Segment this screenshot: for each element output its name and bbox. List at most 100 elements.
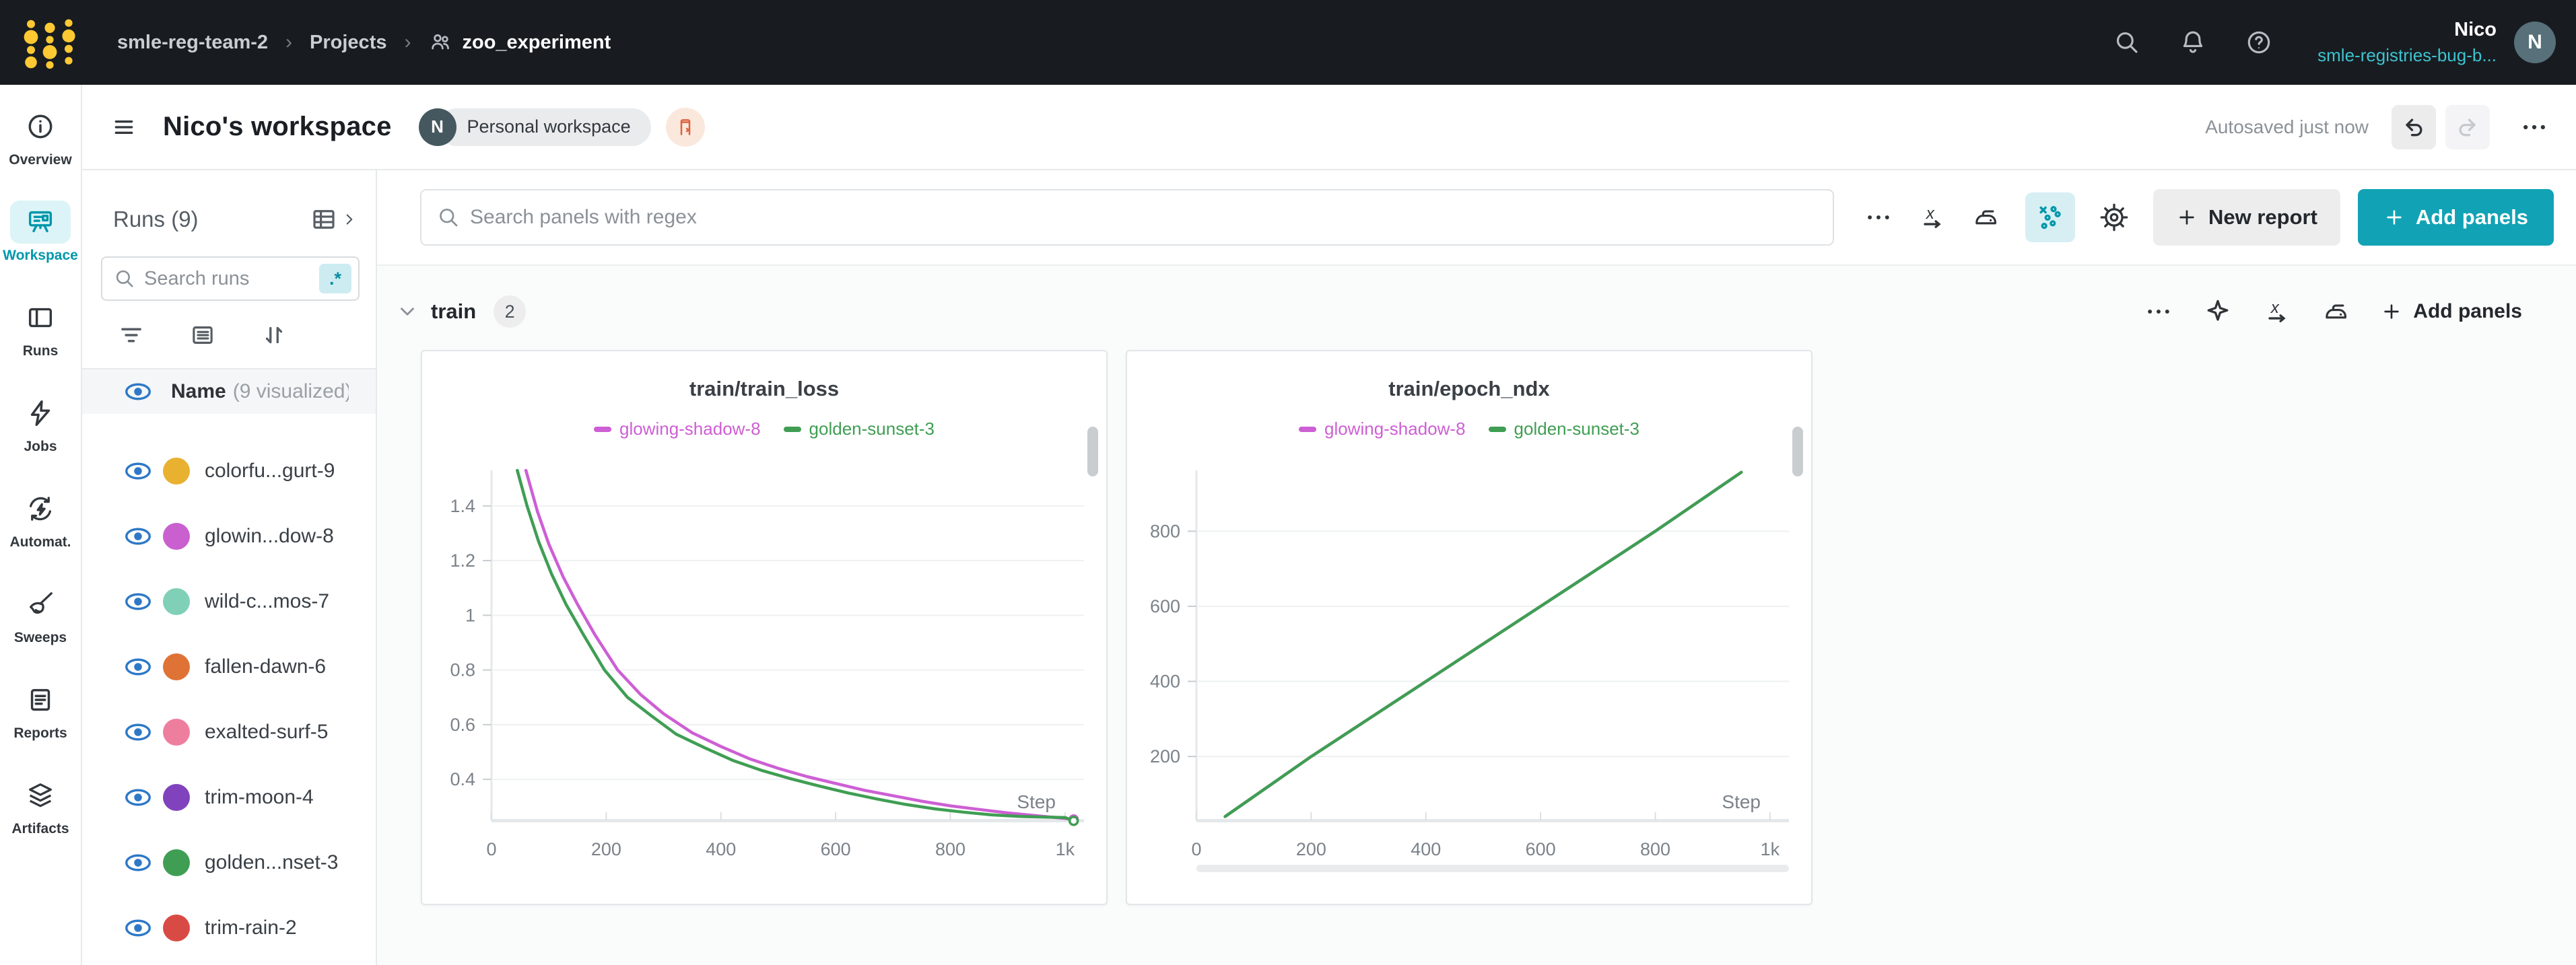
eye-icon[interactable] (123, 586, 154, 617)
run-row[interactable]: fallen-dawn-6 (82, 634, 376, 699)
chart-panel-epoch-ndx[interactable]: train/epoch_ndx glowing-shadow-8golden-s… (1126, 350, 1812, 905)
runs-list-header[interactable]: Name (9 visualized) (82, 369, 376, 414)
run-row[interactable]: wild-c...mos-7 (82, 569, 376, 634)
rail-item-workspace[interactable]: Workspace (1, 201, 80, 264)
panel-settings-active-button[interactable] (2025, 192, 2075, 242)
table-icon (310, 205, 338, 234)
more-icon[interactable] (2144, 297, 2173, 326)
legend-swatch (594, 427, 611, 432)
section-name[interactable]: train (431, 299, 476, 324)
user-team-link[interactable]: smle-registries-bug-b... (2317, 45, 2497, 66)
notifications-bell-icon[interactable] (2179, 28, 2207, 57)
info-icon (25, 111, 56, 142)
unsaved-view-button[interactable] (666, 108, 705, 147)
eye-icon[interactable] (123, 456, 154, 487)
eye-icon[interactable] (123, 376, 154, 407)
avatar[interactable]: N (2514, 22, 2556, 63)
new-report-button[interactable]: New report (2153, 189, 2340, 246)
search-panels-placeholder: Search panels with regex (470, 206, 697, 229)
smoothing-iron-icon[interactable] (2321, 297, 2351, 326)
eye-icon[interactable] (123, 717, 154, 748)
regex-toggle[interactable]: .* (319, 264, 351, 293)
rail-item-automations[interactable]: Automat. (1, 487, 80, 550)
rail-item-runs[interactable]: Runs (1, 296, 80, 359)
svg-text:1k: 1k (1761, 839, 1780, 859)
workspace-avatar: N (419, 108, 456, 146)
user-name: Nico (2317, 19, 2497, 41)
chevron-down-icon[interactable] (396, 300, 419, 323)
workspace-board-icon (25, 207, 56, 238)
x-axis-icon[interactable]: x (2262, 297, 2292, 326)
top-navbar: smle-reg-team-2 › Projects › zoo_experim… (0, 0, 2576, 85)
redo-icon (2454, 114, 2481, 141)
svg-text:600: 600 (821, 839, 851, 859)
smoothing-iron-icon[interactable] (1971, 203, 2001, 232)
x-axis-icon[interactable]: x (1918, 203, 1947, 232)
run-row[interactable]: trim-rain-2 (82, 895, 376, 960)
run-row[interactable]: exalted-surf-5 (82, 699, 376, 764)
eye-icon[interactable] (123, 782, 154, 813)
search-panels-input[interactable]: Search panels with regex (420, 189, 1834, 246)
eye-icon[interactable] (123, 847, 154, 878)
main-content: Search panels with regex x New report Ad… (377, 170, 2576, 965)
add-panels-button[interactable]: Add panels (2358, 189, 2554, 246)
more-menu-icon[interactable] (2519, 112, 2549, 142)
svg-text:Step: Step (1017, 791, 1056, 812)
breadcrumb-projects[interactable]: Projects (310, 32, 386, 54)
legend-run-name: golden-sunset-3 (1514, 419, 1639, 439)
undo-icon (2400, 114, 2427, 141)
user-menu[interactable]: Nico smle-registries-bug-b... (2317, 19, 2497, 66)
search-runs-input[interactable]: Search runs .* (101, 256, 360, 301)
svg-text:0: 0 (1191, 839, 1201, 859)
runs-table-icon (25, 302, 56, 333)
legend-item[interactable]: glowing-shadow-8 (1299, 419, 1466, 439)
workspace-badge[interactable]: N Personal workspace (419, 108, 651, 146)
panel-scrollbar[interactable] (1087, 427, 1098, 476)
chart-plot[interactable]: 20040060080002004006008001kStep (1132, 443, 1806, 881)
rail-item-reports[interactable]: Reports (1, 678, 80, 742)
rail-item-artifacts[interactable]: Artifacts (1, 774, 80, 837)
hamburger-menu-icon[interactable] (110, 114, 137, 141)
run-name: glowin...dow-8 (205, 525, 334, 548)
run-row[interactable]: golden...nset-3 (82, 830, 376, 895)
eye-icon[interactable] (123, 521, 154, 552)
sort-icon[interactable] (260, 321, 288, 349)
undo-button[interactable] (2392, 105, 2436, 149)
run-row[interactable]: glowin...dow-8 (82, 503, 376, 569)
svg-text:1k: 1k (1056, 839, 1075, 859)
runs-table-toggle[interactable] (310, 205, 358, 234)
legend-item[interactable]: golden-sunset-3 (784, 419, 935, 439)
svg-text:800: 800 (1640, 839, 1670, 859)
rail-item-sweeps[interactable]: Sweeps (1, 583, 80, 646)
chart-panel-train-loss[interactable]: train/train_loss glowing-shadow-8golden-… (421, 350, 1108, 905)
breadcrumb-project[interactable]: zoo_experiment (428, 30, 611, 55)
run-row[interactable]: trim-moon-4 (82, 764, 376, 830)
global-search-icon[interactable] (2113, 28, 2141, 57)
section-add-panels-button[interactable]: Add panels (2381, 300, 2522, 323)
run-row[interactable]: colorfu...gurt-9 (82, 438, 376, 503)
rail-item-jobs[interactable]: Jobs (1, 392, 80, 455)
svg-text:800: 800 (935, 839, 965, 859)
gear-icon[interactable] (2099, 203, 2129, 232)
more-icon[interactable] (1864, 203, 1893, 232)
legend-item[interactable]: glowing-shadow-8 (594, 419, 761, 439)
legend-run-name: glowing-shadow-8 (619, 419, 761, 439)
chart-plot[interactable]: 0.40.60.811.21.402004006008001kStep (428, 443, 1101, 881)
search-icon (436, 205, 461, 229)
group-list-icon[interactable] (189, 321, 217, 349)
sparkle-icon[interactable] (2203, 297, 2233, 326)
wandb-logo-icon[interactable] (18, 13, 82, 72)
breadcrumb-team[interactable]: smle-reg-team-2 (117, 32, 268, 54)
run-color-dot (163, 719, 190, 746)
filter-icon[interactable] (117, 321, 145, 349)
eye-icon[interactable] (123, 913, 154, 943)
help-icon[interactable] (2245, 28, 2273, 57)
navbar-actions: Nico smle-registries-bug-b... N (2113, 19, 2576, 66)
legend-item[interactable]: golden-sunset-3 (1489, 419, 1639, 439)
panel-scrollbar[interactable] (1792, 427, 1803, 476)
redo-button[interactable] (2445, 105, 2490, 149)
eye-icon[interactable] (123, 651, 154, 682)
legend-run-name: glowing-shadow-8 (1324, 419, 1466, 439)
svg-text:400: 400 (1150, 672, 1180, 692)
rail-item-overview[interactable]: Overview (1, 105, 80, 168)
